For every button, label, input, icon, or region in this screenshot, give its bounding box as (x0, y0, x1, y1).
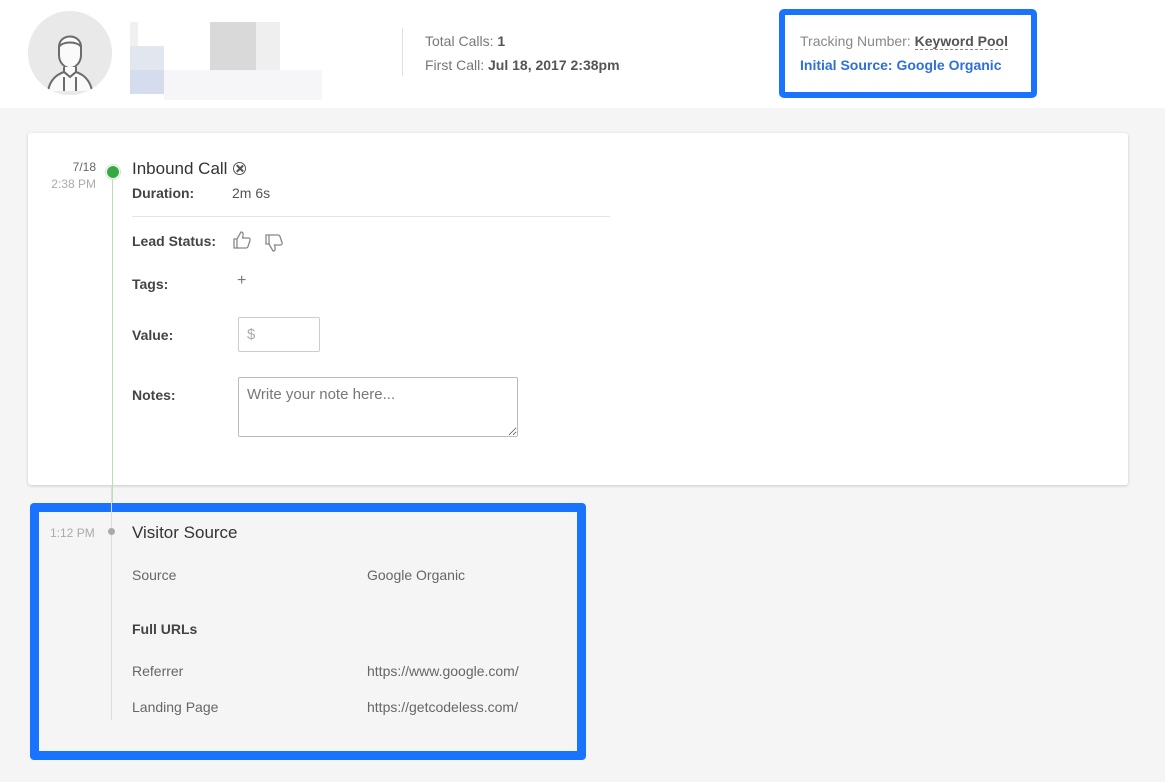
notes-label: Notes: (132, 387, 176, 403)
total-calls-label: Total Calls: (425, 33, 494, 49)
full-urls-heading: Full URLs (132, 621, 198, 637)
redacted-name (130, 70, 164, 94)
call-date: 7/18 (72, 160, 96, 174)
timeline-line-inner (111, 485, 112, 720)
tracking-info-highlight: Tracking Number: Keyword Pool Initial So… (779, 9, 1037, 98)
total-calls-value: 1 (497, 33, 506, 49)
redacted-name (130, 22, 138, 46)
timeline-dot (108, 528, 115, 535)
source-label: Source (132, 567, 177, 583)
header-divider (402, 28, 403, 76)
landing-page-label: Landing Page (132, 699, 219, 715)
initial-source-label: Initial Source: (800, 57, 893, 73)
redacted-name (164, 70, 322, 100)
redacted-name (210, 22, 256, 70)
cancel-circle-icon[interactable] (233, 162, 247, 175)
duration-label: Duration: (132, 185, 195, 201)
visitor-source-highlight (30, 503, 586, 760)
first-call: First Call: Jul 18, 2017 2:38pm (425, 57, 620, 73)
lead-status-label: Lead Status: (132, 233, 217, 249)
inbound-call-card: 7/18 2:38 PM Inbound Call Duration: 2m 6… (28, 133, 1128, 507)
value-input[interactable] (238, 317, 320, 352)
referrer-label: Referrer (132, 663, 184, 679)
contact-header: Total Calls: 1 First Call: Jul 18, 2017 … (0, 0, 1165, 108)
tracking-number-label: Tracking Number: (800, 33, 911, 49)
redacted-name (256, 22, 280, 70)
call-title: Inbound Call (132, 159, 247, 179)
thumbs-up-icon[interactable] (232, 230, 252, 250)
tracking-number-value[interactable]: Keyword Pool (914, 33, 1008, 50)
initial-source-value: Google Organic (896, 57, 1002, 73)
tracking-number: Tracking Number: Keyword Pool (800, 33, 1008, 50)
duration-value: 2m 6s (232, 185, 271, 201)
total-calls: Total Calls: 1 (425, 33, 505, 49)
first-call-value: Jul 18, 2017 2:38pm (488, 57, 620, 73)
tags-label: Tags: (132, 276, 169, 292)
avatar (28, 11, 112, 95)
add-tag-button[interactable]: + (237, 272, 246, 290)
value-label: Value: (132, 327, 174, 343)
divider (132, 216, 610, 217)
visitor-source-title: Visitor Source (132, 523, 238, 542)
initial-source[interactable]: Initial Source: Google Organic (800, 57, 1001, 73)
redacted-name (130, 46, 164, 70)
first-call-label: First Call: (425, 57, 485, 73)
thumbs-down-icon[interactable] (264, 233, 284, 253)
call-time: 2:38 PM (51, 177, 96, 191)
timeline-dot (106, 165, 120, 179)
source-value: Google Organic (367, 567, 466, 583)
call-title-text: Inbound Call (132, 159, 228, 178)
visitor-source-time: 1:12 PM (50, 526, 95, 540)
timeline-line (112, 177, 113, 507)
user-placeholder-icon (28, 11, 112, 95)
landing-page-value: https://getcodeless.com/ (367, 699, 518, 715)
referrer-value: https://www.google.com/ (367, 663, 519, 679)
notes-textarea[interactable] (238, 377, 518, 437)
